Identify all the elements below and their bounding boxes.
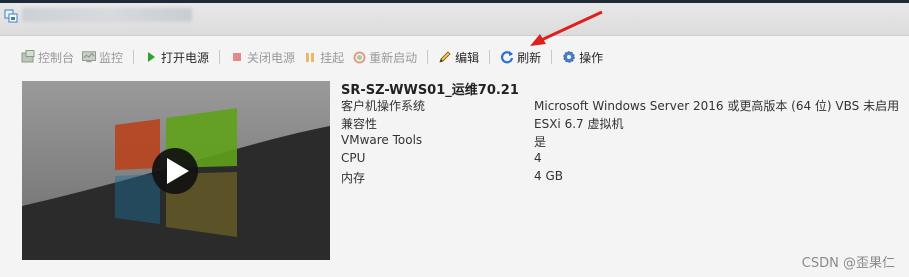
detail-row-cpu: CPU 4 [341, 151, 542, 165]
toolbar-separator [219, 50, 221, 64]
toolbar-separator [133, 50, 135, 64]
console-thumbnail[interactable] [22, 81, 330, 260]
detail-row-vmware-tools: VMware Tools 是 [341, 133, 547, 149]
toolbar: 控制台 监控 打开电源 关闭电源 挂起 重新启动 编辑 刷新 操作 [17, 46, 607, 68]
actions-button[interactable]: 操作 [558, 47, 607, 67]
vm-icon [4, 9, 18, 23]
windows-logo-preview [22, 81, 330, 260]
vm-details: 客户机操作系统 Microsoft Windows Server 2016 或更… [341, 97, 901, 187]
restart-icon [352, 50, 366, 64]
suspend-icon [303, 50, 317, 64]
monitor-button[interactable]: 监控 [78, 47, 127, 67]
watermark: CSDN @歪果仁 [801, 256, 895, 271]
power-on-button[interactable]: 打开电源 [140, 47, 213, 67]
power-on-icon [144, 50, 158, 64]
console-button[interactable]: 控制台 [17, 47, 78, 67]
pencil-icon [438, 50, 452, 64]
title-bar [0, 0, 909, 36]
power-off-icon [230, 50, 244, 64]
gear-icon [562, 50, 576, 64]
refresh-icon [500, 50, 514, 64]
restart-button[interactable]: 重新启动 [348, 47, 421, 67]
detail-row-memory: 内存 4 GB [341, 169, 563, 185]
vm-name: SR-SZ-WWS01_运维70.21 [341, 83, 519, 98]
monitor-icon [82, 50, 97, 64]
detail-row-compatibility: 兼容性 ESXi 6.7 虚拟机 [341, 117, 624, 131]
redacted-title [22, 8, 192, 22]
power-off-button[interactable]: 关闭电源 [226, 47, 299, 67]
annotation-arrow [530, 10, 603, 46]
refresh-button[interactable]: 刷新 [496, 47, 545, 67]
toolbar-separator [427, 50, 429, 64]
toolbar-separator [551, 50, 553, 64]
edit-button[interactable]: 编辑 [434, 47, 483, 67]
console-icon [21, 50, 35, 64]
detail-row-guest-os: 客户机操作系统 Microsoft Windows Server 2016 或更… [341, 99, 900, 113]
suspend-button[interactable]: 挂起 [299, 47, 348, 67]
toolbar-separator [489, 50, 491, 64]
